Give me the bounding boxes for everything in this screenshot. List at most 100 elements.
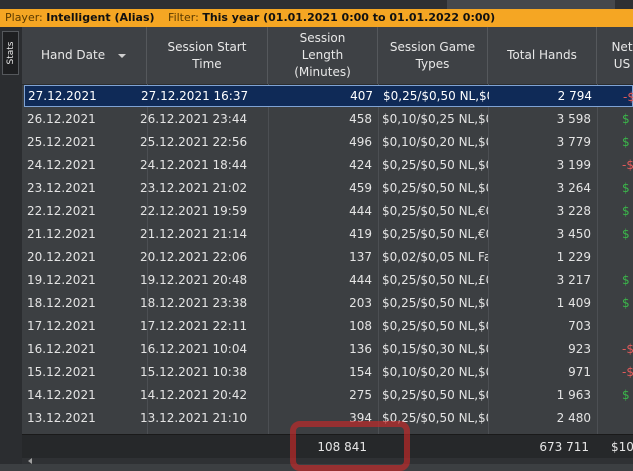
total-hands-cell: 3 450 [556,227,591,241]
total-hands-cell: 1 409 [556,296,591,310]
totals-row: 108 841 673 711 $10 [22,434,633,459]
net-cell [622,246,633,268]
column-header-session-length[interactable]: Session Length (Minutes) [268,27,378,84]
column-header-total-hands[interactable]: Total Hands [488,27,597,84]
table-row[interactable]: 13.12.2021 13.12.2021 21:10 394 $0,25/$0,50… [24,407,633,429]
net-cell [622,407,633,429]
session-length-cell: 136 [349,342,372,356]
column-header-label: Hand Date [41,48,106,62]
hand-date-cell: 24.12.2021 [27,158,96,172]
total-hands-cell: 3 598 [556,112,591,126]
session-start-cell: 23.12.2021 21:02 [140,181,248,195]
session-length-cell: 108 [349,319,372,333]
hand-date-cell: 19.12.2021 [27,273,96,287]
table-row[interactable]: 18.12.2021 18.12.2021 23:38 203 $0,25/$0,50… [24,292,633,314]
column-header-game-types[interactable]: Session Game Types [378,27,488,84]
table-row[interactable]: 23.12.2021 23.12.2021 21:02 459 $0,25/$0,50… [24,177,633,199]
table-row[interactable]: 15.12.2021 15.12.2021 10:38 154 $0,10/$0,20… [24,361,633,383]
session-length-cell: 137 [349,250,372,264]
table-row[interactable]: 27.12.2021 27.12.2021 16:37 407 $0,25/$0,50… [24,85,633,107]
hand-date-cell: 20.12.2021 [27,250,96,264]
session-start-cell: 19.12.2021 20:48 [140,273,248,287]
session-start-cell: 16.12.2021 10:04 [140,342,248,356]
hand-date-cell: 14.12.2021 [27,388,96,402]
hand-date-cell: 15.12.2021 [27,365,96,379]
session-length-cell: 424 [349,158,372,172]
game-types-cell: $0,25/$0,50 NL,€0 [382,227,488,241]
hand-date-cell: 23.12.2021 [27,181,96,195]
table-row[interactable]: 21.12.2021 21.12.2021 21:14 419 $0,25/$0,50… [24,223,633,245]
net-cell [622,315,633,337]
table-row[interactable]: 20.12.2021 20.12.2021 22:06 137 $0,02/$0,05… [24,246,633,268]
column-header-net[interactable]: Net US [597,27,633,84]
horizontal-scrollbar[interactable] [22,458,633,464]
session-length-cell: 496 [349,135,372,149]
game-types-cell: $0,25/$0,50 NL,$0 [382,388,488,402]
game-types-cell: $0,02/$0,05 NL Fa: [382,250,488,264]
table-row[interactable]: 24.12.2021 24.12.2021 18:44 424 $0,25/$0,50… [24,154,633,176]
scroll-left-arrow-icon[interactable] [28,458,32,464]
player-label: Player: [5,11,43,24]
session-length-cell: 394 [349,411,372,425]
session-start-cell: 25.12.2021 22:56 [140,135,248,149]
session-length-cell: 444 [349,273,372,287]
total-hands-cell: 2 794 [557,89,592,103]
net-cell: $ [622,204,630,218]
table-row[interactable]: 19.12.2021 19.12.2021 20:48 444 $0,25/$0,50… [24,269,633,291]
filter-value[interactable]: This year (01.01.2021 0:00 to 01.01.2022… [202,9,495,27]
session-length-cell: 458 [349,112,372,126]
column-header-label: Session Start Time [167,39,247,71]
game-types-cell: $0,10/$0,20 NL,$0 [382,135,488,149]
session-start-cell: 26.12.2021 23:44 [140,112,248,126]
table-row[interactable]: 25.12.2021 25.12.2021 22:56 496 $0,10/$0,20… [24,131,633,153]
player-value[interactable]: Intelligent (Alias) [46,9,154,27]
session-start-cell: 13.12.2021 21:10 [140,411,248,425]
total-hands-cell: 2 480 [556,411,591,425]
hand-date-cell: 16.12.2021 [27,342,96,356]
total-hands-cell: 3 217 [556,273,591,287]
table-row[interactable]: 22.12.2021 22.12.2021 19:59 444 $0,25/$0,50… [24,200,633,222]
session-start-cell: 15.12.2021 10:38 [140,365,248,379]
net-cell: -$ [622,158,633,172]
column-header-session-start[interactable]: Session Start Time [147,27,268,84]
net-cell: -$ [622,342,633,356]
column-header-label: Session Game Types [389,39,476,71]
net-cell: $ [622,135,630,149]
net-cell: $ [622,296,630,310]
session-start-cell: 21.12.2021 21:14 [140,227,248,241]
top-tab[interactable] [447,0,615,9]
hand-date-cell: 17.12.2021 [27,319,96,333]
net-cell: -$ [622,365,633,379]
session-length-cell: 419 [349,227,372,241]
table-row[interactable]: 14.12.2021 14.12.2021 20:42 275 $0,25/$0,50… [24,384,633,406]
net-cell: $ [622,227,630,241]
hand-date-cell: 27.12.2021 [28,89,97,103]
filter-bar: Player: Intelligent (Alias) Filter: This… [0,9,633,27]
table-row[interactable]: 26.12.2021 26.12.2021 23:44 458 $0,10/$0,25… [24,108,633,130]
total-hands-cell: 971 [568,365,591,379]
hand-date-cell: 22.12.2021 [27,204,96,218]
net-cell: $ [622,181,630,195]
hand-date-cell: 25.12.2021 [27,135,96,149]
total-session-length: 108 841 [317,440,367,454]
total-hands-cell: 1 963 [556,388,591,402]
session-start-cell: 14.12.2021 20:42 [140,388,248,402]
hand-date-cell: 21.12.2021 [27,227,96,241]
stats-side-tab[interactable]: Stats [2,31,19,75]
session-start-cell: 27.12.2021 16:37 [141,89,249,103]
hand-date-cell: 18.12.2021 [27,296,96,310]
column-header-hand-date[interactable]: Hand Date [22,27,147,84]
total-hands-cell: 3 228 [556,204,591,218]
game-types-cell: $0,10/$0,20 NL,$0 [382,365,488,379]
game-types-cell: $0,25/$0,50 NL,£0 [382,273,488,287]
window-top-strip [0,0,633,9]
total-hands-cell: 923 [568,342,591,356]
column-header-label: Total Hands [507,48,577,62]
total-hands-cell: 3 199 [556,158,591,172]
session-length-cell: 275 [349,388,372,402]
table-row[interactable]: 16.12.2021 16.12.2021 10:04 136 $0,15/$0,30… [24,338,633,360]
game-types-cell: $0,25/$0,50 NL,$0 [382,158,488,172]
filter-label: Filter: [168,11,199,24]
table-row[interactable]: 17.12.2021 17.12.2021 22:11 108 $0,25/$0,50… [24,315,633,337]
total-hands-cell: 703 [568,319,591,333]
